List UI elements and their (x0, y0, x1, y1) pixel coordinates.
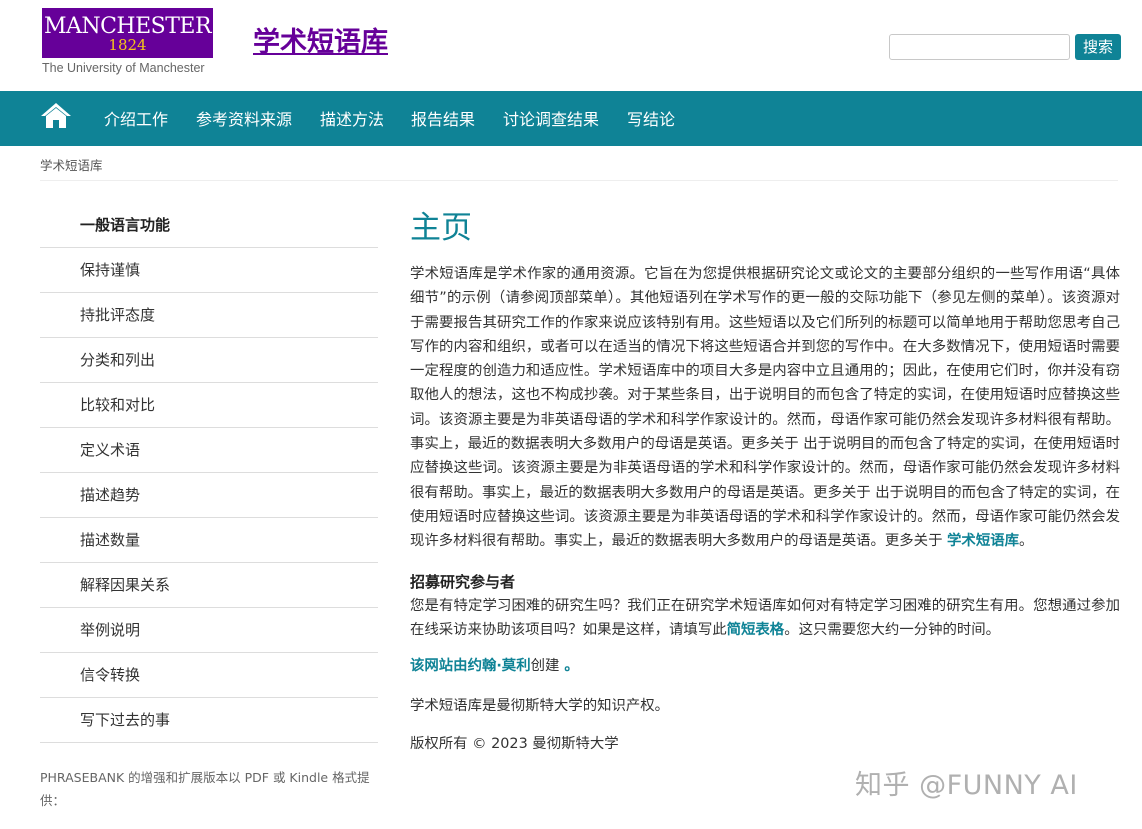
watermark: 知乎 @FUNNY AI (855, 770, 1078, 801)
search-input[interactable] (889, 34, 1070, 60)
logo-year: 1824 (108, 36, 147, 54)
search-button[interactable]: 搜索 (1075, 34, 1121, 60)
author-link[interactable]: 该网站由约翰·莫利 (410, 658, 531, 674)
main-content: 主页 学术短语库是学术作家的通用资源。它旨在为您提供根据研究论文或论文的主要部分… (410, 208, 1120, 756)
sidebar-item-describing-quantities[interactable]: 描述数量 (40, 518, 378, 563)
credit-line: 该网站由约翰·莫利创建 。 (410, 654, 1120, 678)
logo-subtitle: The University of Manchester (42, 61, 205, 75)
short-form-link[interactable]: 简短表格 (727, 622, 785, 638)
sidebar-item-classifying-listing[interactable]: 分类和列出 (40, 338, 378, 383)
nav-item-methods[interactable]: 描述方法 (320, 91, 384, 146)
site-title-link[interactable]: 学术短语库 (253, 20, 388, 59)
home-icon[interactable] (40, 101, 72, 131)
site-header: MANCHESTER 1824 The University of Manche… (0, 0, 1142, 91)
sidebar: 一般语言功能 保持谨慎 持批评态度 分类和列出 比较和对比 定义术语 描述趋势 … (40, 203, 378, 743)
sidebar-item-defining-terms[interactable]: 定义术语 (40, 428, 378, 473)
main-nav: 介绍工作 参考资料来源 描述方法 报告结果 讨论调查结果 写结论 (0, 91, 1142, 146)
sidebar-item-being-cautious[interactable]: 保持谨慎 (40, 248, 378, 293)
breadcrumb[interactable]: 学术短语库 (40, 155, 103, 174)
intro-phrasebank-link[interactable]: 学术短语库 (947, 533, 1019, 549)
logo-box: MANCHESTER 1824 (42, 8, 213, 58)
nav-item-conclusion[interactable]: 写结论 (627, 91, 675, 146)
page-title: 主页 (410, 210, 472, 246)
intro-end: 。 (1019, 533, 1034, 550)
recruit-end: 。这只需要您大约一分钟的时间。 (784, 621, 1001, 638)
ip-notice: 学术短语库是曼彻斯特大学的知识产权。 (410, 698, 670, 715)
intro-paragraph: 学术短语库是学术作家的通用资源。它旨在为您提供根据研究论文或论文的主要部分组织的… (410, 262, 1120, 554)
sidebar-item-compare-contrast[interactable]: 比较和对比 (40, 383, 378, 428)
copyright: 版权所有 © 2023 曼彻斯特大学 (410, 736, 619, 753)
sidebar-item-writing-about-past[interactable]: 写下过去的事 (40, 698, 378, 743)
sidebar-note: PHRASEBANK 的增强和扩展版本以 PDF 或 Kindle 格式提供： (40, 770, 370, 808)
nav-item-results[interactable]: 报告结果 (411, 91, 475, 146)
sidebar-item-signalling-transition[interactable]: 信令转换 (40, 653, 378, 698)
credit-text: 创建 (530, 658, 560, 675)
divider (40, 180, 1118, 181)
sidebar-heading[interactable]: 一般语言功能 (40, 203, 378, 248)
recruit-paragraph: 您是有特定学习困难的研究生吗？我们正在研究学术短语库如何对有特定学习困难的研究生… (410, 594, 1120, 643)
university-logo[interactable]: MANCHESTER 1824 The University of Manche… (42, 8, 213, 78)
credit-end: 。 (559, 658, 579, 675)
recruit-heading: 招募研究参与者 (410, 572, 516, 591)
sidebar-item-giving-examples[interactable]: 举例说明 (40, 608, 378, 653)
nav-item-discussion[interactable]: 讨论调查结果 (503, 91, 599, 146)
sidebar-item-describing-trends[interactable]: 描述趋势 (40, 473, 378, 518)
sidebar-item-explaining-causality[interactable]: 解释因果关系 (40, 563, 378, 608)
nav-item-introduction[interactable]: 介绍工作 (104, 91, 168, 146)
intro-text: 学术短语库是学术作家的通用资源。它旨在为您提供根据研究论文或论文的主要部分组织的… (410, 266, 1120, 550)
sidebar-item-being-critical[interactable]: 持批评态度 (40, 293, 378, 338)
nav-item-references[interactable]: 参考资料来源 (196, 91, 292, 146)
